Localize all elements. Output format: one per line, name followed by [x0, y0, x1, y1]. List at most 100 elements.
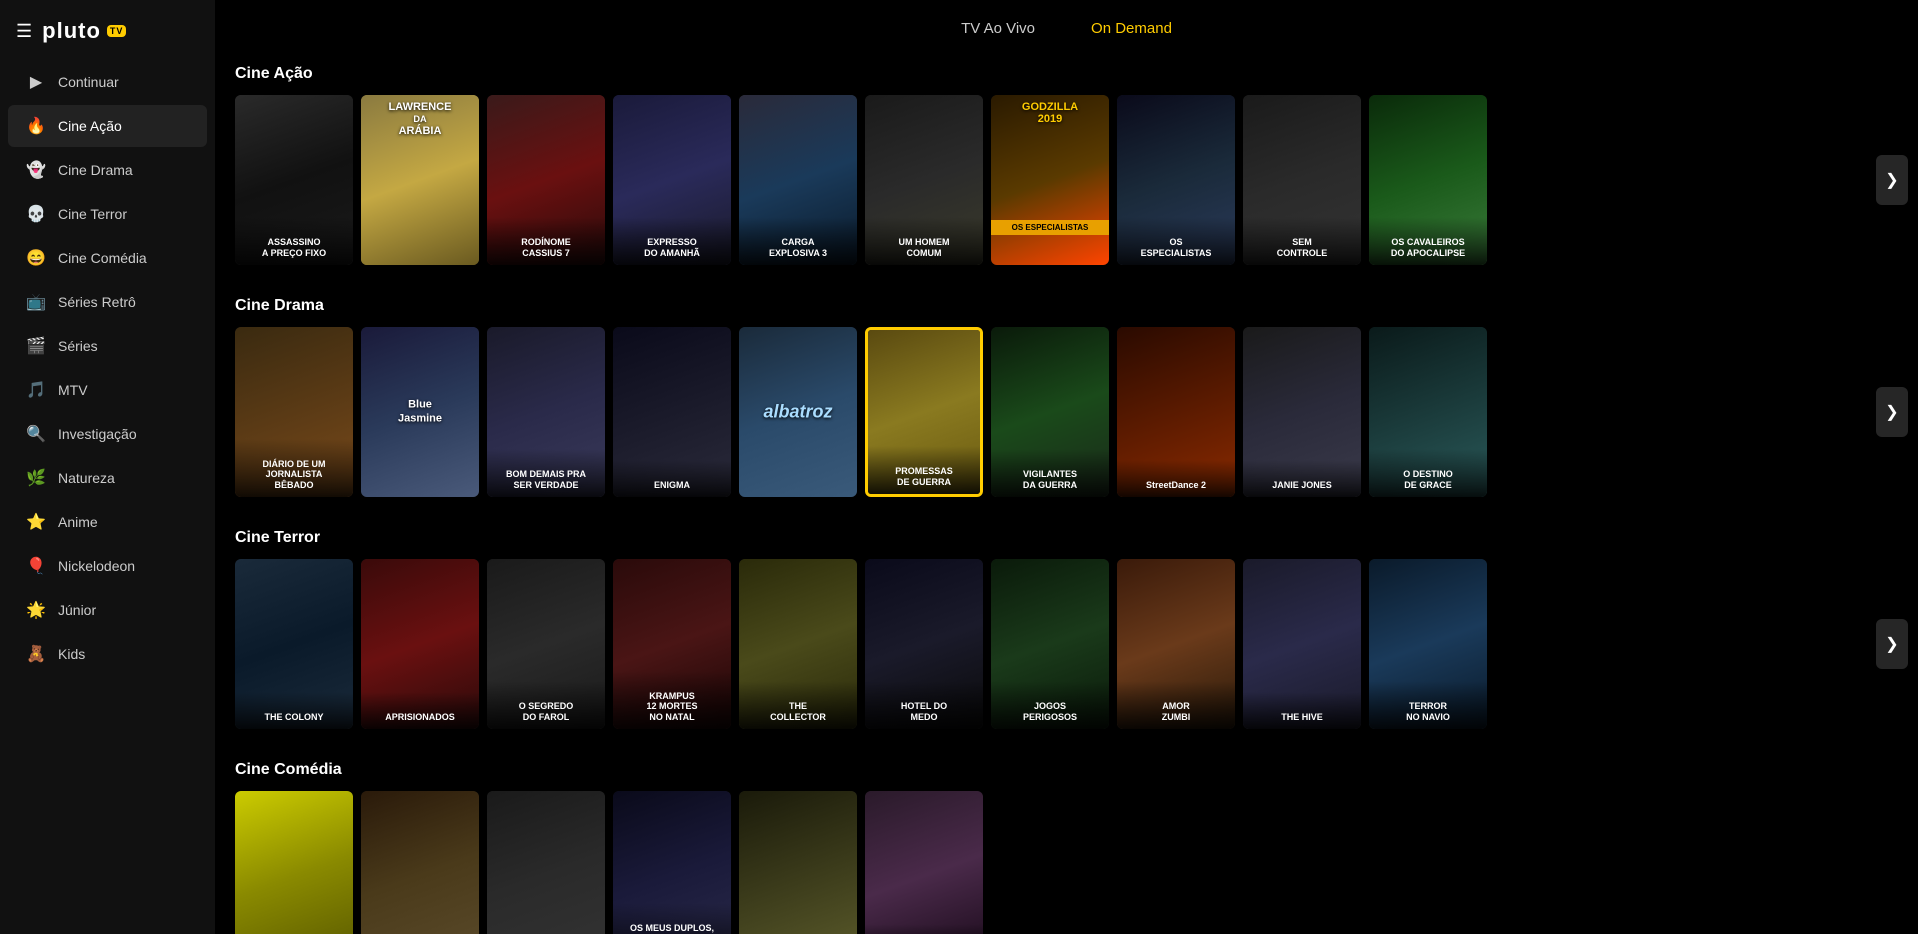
sidebar-item-kids[interactable]: 🧸 Kids: [8, 633, 207, 675]
sidebar-item-anime[interactable]: ⭐ Anime: [8, 501, 207, 543]
sidebar-item-cine-acao[interactable]: 🔥 Cine Ação: [8, 105, 207, 147]
movie-title-expresso: EXPRESSODO AMANHÃ: [613, 217, 731, 265]
hamburger-icon[interactable]: ☰: [16, 21, 32, 42]
movie-title-streetdance: StreetDance 2: [1117, 460, 1235, 497]
sidebar-item-junior[interactable]: 🌟 Júnior: [8, 589, 207, 631]
sidebar-item-series[interactable]: 🎬 Séries: [8, 325, 207, 367]
movie-title-promessas: PROMESSASDE GUERRA: [868, 446, 980, 494]
movies-row-drama: DIÁRIO DE UMJORNALISTABÊBADO BlueJasmine…: [235, 327, 1898, 497]
sidebar-label-cine-drama: Cine Drama: [58, 162, 133, 178]
sidebar-label-nickelodeon: Nickelodeon: [58, 558, 135, 574]
movie-card-colony[interactable]: THE COLONY: [235, 559, 353, 729]
sidebar-item-cine-drama[interactable]: 👻 Cine Drama: [8, 149, 207, 191]
movie-card-cavaleiros[interactable]: OS CAVALEIROSDO APOCALIPSE: [1369, 95, 1487, 265]
movie-card-diario[interactable]: DIÁRIO DE UMJORNALISTABÊBADO: [235, 327, 353, 497]
movie-card-farol[interactable]: O SEGREDODO FAROL: [487, 559, 605, 729]
movie-title-terrornavio: TERRORNO NAVIO: [1369, 681, 1487, 729]
movie-card-com3[interactable]: [487, 791, 605, 934]
section-cine-comedia: Cine Comédia OS MEUS DUPLOS,A MINHA MUL: [235, 753, 1898, 934]
movie-title-especialistas: OSESPECIALISTAS: [1117, 217, 1235, 265]
leaf-icon: 🌿: [26, 468, 46, 488]
movie-card-com6[interactable]: MINHAS MÃES: [865, 791, 983, 934]
movie-card-collector[interactable]: THECOLLECTOR: [739, 559, 857, 729]
movie-title-collector: THECOLLECTOR: [739, 681, 857, 729]
sidebar-item-investigacao[interactable]: 🔍 Investigação: [8, 413, 207, 455]
movie-card-amorzumbi[interactable]: AMORZUMBI: [1117, 559, 1235, 729]
movie-card-jogos[interactable]: JOGOSPERIGOSOS: [991, 559, 1109, 729]
movie-card-com2[interactable]: [361, 791, 479, 934]
movies-row-comedia: OS MEUS DUPLOS,A MINHA MULHERE EU. MINHA…: [235, 791, 1898, 934]
movie-title-semcontrole: SEMCONTROLE: [1243, 217, 1361, 265]
movie-card-janie[interactable]: JANIE JONES: [1243, 327, 1361, 497]
movie-card-homem[interactable]: UM HOMEMCOMUM: [865, 95, 983, 265]
sidebar-item-nickelodeon[interactable]: 🎈 Nickelodeon: [8, 545, 207, 587]
movie-card-com5[interactable]: [739, 791, 857, 934]
scroll-right-acao[interactable]: ❯: [1876, 155, 1908, 205]
movie-card-vigilantes[interactable]: VIGILANTESDA GUERRA: [991, 327, 1109, 497]
topnav-tv-ao-vivo[interactable]: TV Ao Vivo: [953, 16, 1043, 41]
movie-card-enigma[interactable]: ENIGMA: [613, 327, 731, 497]
movie-title-destino: O DESTINODE GRACE: [1369, 449, 1487, 497]
movie-card-destino[interactable]: O DESTINODE GRACE: [1369, 327, 1487, 497]
sidebar-item-natureza[interactable]: 🌿 Natureza: [8, 457, 207, 499]
movie-card-expresso[interactable]: EXPRESSODO AMANHÃ: [613, 95, 731, 265]
movie-title-carga: CARGAEXPLOSIVA 3: [739, 217, 857, 265]
movies-row-terror: THE COLONY APRISIONADOS O SEGREDODO FARO…: [235, 559, 1898, 729]
movie-title-colony: THE COLONY: [235, 692, 353, 729]
sidebar-item-cine-comedia[interactable]: 😄 Cine Comédia: [8, 237, 207, 279]
movies-row-wrapper-terror: THE COLONY APRISIONADOS O SEGREDODO FARO…: [235, 559, 1898, 729]
comedy-icon: 😄: [26, 248, 46, 268]
skull-icon: 💀: [26, 204, 46, 224]
movie-card-terrornavio[interactable]: TERRORNO NAVIO: [1369, 559, 1487, 729]
movie-card-promessas[interactable]: PROMESSASDE GUERRA: [865, 327, 983, 497]
movie-card-semcontrole[interactable]: SEMCONTROLE: [1243, 95, 1361, 265]
clapper-icon: 🎬: [26, 336, 46, 356]
movie-card-hotelmedo[interactable]: HOTEL DOMEDO: [865, 559, 983, 729]
movie-card-albatroz[interactable]: albatroz: [739, 327, 857, 497]
sidebar-item-series-retro[interactable]: 📺 Séries Retrô: [8, 281, 207, 323]
search-icon: 🔍: [26, 424, 46, 444]
movies-row-wrapper-drama: DIÁRIO DE UMJORNALISTABÊBADO BlueJasmine…: [235, 327, 1898, 497]
movie-title-janie: JANIE JONES: [1243, 460, 1361, 497]
main-content: TV Ao Vivo On Demand Cine Ação ASSASSINO…: [215, 0, 1918, 934]
sidebar-label-mtv: MTV: [58, 382, 88, 398]
sidebar-label-anime: Anime: [58, 514, 98, 530]
movie-card-godzilla[interactable]: GODZILLA2019 OS ESPECIALISTAS: [991, 95, 1109, 265]
movie-card-assassino[interactable]: ASSASSINOA PREÇO FIXO: [235, 95, 353, 265]
movie-card-krampus[interactable]: KRAMPUS12 MORTESNO NATAL: [613, 559, 731, 729]
sidebar-label-junior: Júnior: [58, 602, 96, 618]
movie-title-enigma: ENIGMA: [613, 460, 731, 497]
movie-title-amorzumbi: AMORZUMBI: [1117, 681, 1235, 729]
movie-card-com1[interactable]: [235, 791, 353, 934]
movie-title-bomdm: BOM DEMAIS PRASER VERDADE: [487, 449, 605, 497]
movie-label-godzilla-top: GODZILLA2019: [991, 101, 1109, 125]
movie-card-bomdm[interactable]: BOM DEMAIS PRASER VERDADE: [487, 327, 605, 497]
sidebar-label-cine-terror: Cine Terror: [58, 206, 127, 222]
topnav-on-demand[interactable]: On Demand: [1083, 16, 1180, 41]
badge-especialistas: OS ESPECIALISTAS: [991, 220, 1109, 235]
movie-card-lawrence[interactable]: LAWRENCEDAARÁBIA: [361, 95, 479, 265]
sidebar-item-cine-terror[interactable]: 💀 Cine Terror: [8, 193, 207, 235]
movie-title-assassino: ASSASSINOA PREÇO FIXO: [235, 217, 353, 265]
movie-card-hive[interactable]: THE HIVE: [1243, 559, 1361, 729]
sidebar-label-natureza: Natureza: [58, 470, 115, 486]
sidebar-label-continuar: Continuar: [58, 74, 119, 90]
movie-title-jogos: JOGOSPERIGOSOS: [991, 681, 1109, 729]
scroll-right-terror[interactable]: ❯: [1876, 619, 1908, 669]
movie-card-streetdance[interactable]: StreetDance 2: [1117, 327, 1235, 497]
scroll-right-drama[interactable]: ❯: [1876, 387, 1908, 437]
sidebar-item-mtv[interactable]: 🎵 MTV: [8, 369, 207, 411]
logo: pluto TV: [42, 18, 126, 44]
logo-badge: TV: [107, 25, 127, 37]
sidebar-label-series: Séries: [58, 338, 98, 354]
movie-card-aprisionados[interactable]: APRISIONADOS: [361, 559, 479, 729]
movie-card-especialistas[interactable]: OSESPECIALISTAS: [1117, 95, 1235, 265]
play-icon: ▶: [26, 72, 46, 92]
movie-title-cassius: RODÍNOMECASSIUS 7: [487, 217, 605, 265]
section-title-cine-acao: Cine Ação: [235, 57, 1898, 83]
movie-card-jasmine[interactable]: BlueJasmine: [361, 327, 479, 497]
movie-card-cassius[interactable]: RODÍNOMECASSIUS 7: [487, 95, 605, 265]
movie-card-com4[interactable]: OS MEUS DUPLOS,A MINHA MULHERE EU.: [613, 791, 731, 934]
sidebar-item-continuar[interactable]: ▶ Continuar: [8, 61, 207, 103]
movie-card-carga[interactable]: CARGAEXPLOSIVA 3: [739, 95, 857, 265]
